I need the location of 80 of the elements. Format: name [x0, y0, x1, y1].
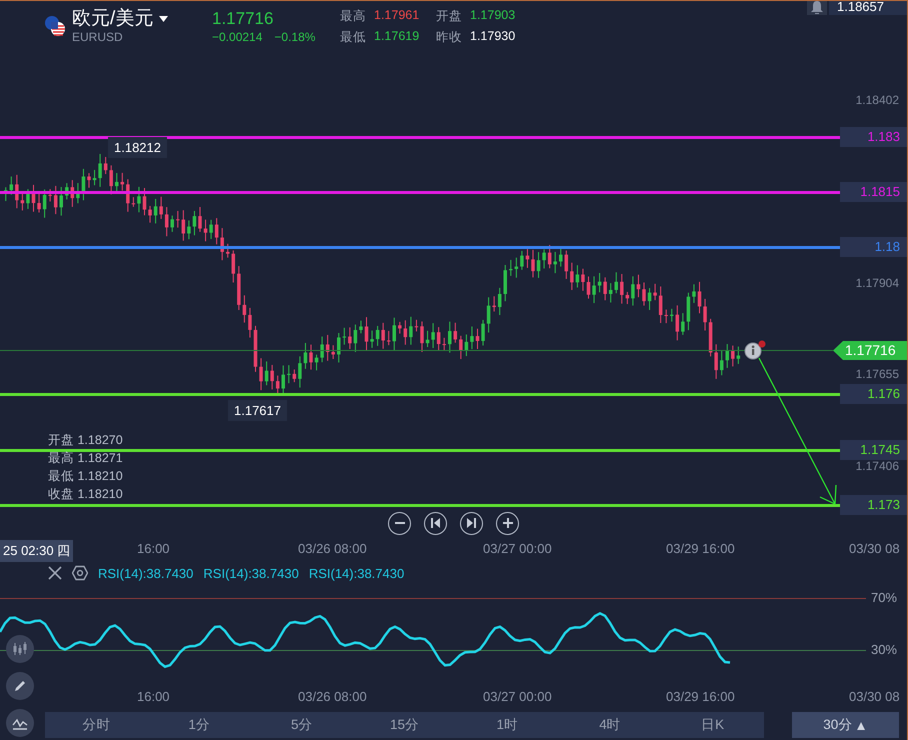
price-level-tag: 1.173: [840, 495, 907, 515]
stat-label: 最高: [340, 8, 367, 24]
skip-forward-button[interactable]: [460, 512, 483, 534]
time-axis-label: 16:00: [137, 689, 170, 704]
stat-value: 1.17619: [374, 28, 420, 44]
draw-tool-button[interactable]: [6, 672, 34, 700]
candlestick-icon: [12, 641, 28, 657]
candlestick-tool-button[interactable]: [6, 635, 34, 663]
stat-value: 1.17903: [470, 8, 516, 24]
time-axis-label: 03/27 00:00: [483, 689, 552, 704]
rsi-value: RSI(14):38.7430: [308, 566, 404, 580]
top-price-label: 1.18657: [829, 1, 907, 15]
pencil-icon: [13, 679, 27, 693]
dropdown-caret-icon[interactable]: [159, 16, 168, 22]
high-price-label: 1.18212: [108, 137, 167, 158]
price-level-tag: 1.1815: [840, 182, 907, 202]
skip-back-icon: [431, 518, 440, 528]
price-level-tag: 1.183: [840, 127, 907, 147]
rsi-level-label: 30%: [870, 642, 897, 657]
period-tab[interactable]: 分时: [45, 712, 148, 738]
flag-icon: [44, 14, 66, 36]
time-axis-label: 03/26 08:00: [298, 689, 367, 704]
percent-change: −0.18%: [274, 30, 316, 44]
ohlc-text: 开盘 1.18270: [48, 432, 123, 449]
time-axis-label: 16:00: [137, 541, 170, 556]
stat-label: 昨收: [436, 28, 463, 46]
ohlc-text: 最低 1.18210: [48, 468, 123, 485]
alert-button[interactable]: [807, 1, 827, 15]
price-axis-label: 1.17655: [856, 367, 899, 381]
rsi-value: RSI(14):38.7430: [203, 566, 299, 580]
period-tab[interactable]: 5分: [250, 712, 354, 738]
minus-icon: [394, 522, 404, 524]
stat-value: 1.17930: [470, 28, 516, 44]
rsi-level-label: 70%: [870, 590, 897, 605]
skip-back-button[interactable]: [424, 512, 447, 534]
price-level-line[interactable]: [0, 136, 840, 139]
time-axis-label: 03/30 08: [849, 689, 900, 704]
skip-forward-icon: [467, 518, 476, 528]
line-chart-icon: [12, 716, 28, 730]
rsi-value: RSI(14):38.7430: [98, 566, 194, 580]
zoom-out-button[interactable]: [388, 512, 411, 534]
time-axis-label: 03/29 16:00: [666, 689, 735, 704]
price-axis-label: 1.17406: [856, 459, 899, 473]
stat-value: 1.17961: [374, 8, 420, 24]
price-change: −0.00214: [212, 30, 262, 44]
time-axis-label: 03/26 08:00: [298, 541, 367, 556]
price-level-tag: 1.1745: [840, 440, 907, 460]
price-level-tag: 1.176: [840, 384, 907, 404]
info-icon[interactable]: [744, 340, 766, 360]
close-icon: [48, 566, 62, 580]
plus-icon: [502, 518, 512, 528]
period-tab[interactable]: 日K: [661, 712, 764, 738]
current-price: 1.17716: [212, 8, 274, 30]
pair-symbol: EURUSD: [72, 30, 124, 44]
period-tab[interactable]: 1分: [148, 712, 250, 738]
close-button[interactable]: [48, 566, 62, 580]
cursor-time-label: 25 02:30 四: [0, 540, 74, 562]
stat-label: 开盘: [436, 8, 463, 24]
bell-icon: [811, 1, 823, 14]
period-tab[interactable]: 1时: [456, 712, 559, 738]
pair-name: 欧元/美元: [72, 8, 154, 30]
ohlc-text: 收盘 1.18210: [48, 486, 123, 503]
price-axis-label: 1.18402: [856, 93, 899, 107]
period-tab[interactable]: 15分: [353, 712, 456, 738]
settings-icon: [72, 565, 88, 581]
current-price-tag: 1.17716: [833, 341, 907, 360]
settings-button[interactable]: [72, 565, 88, 581]
price-axis-label: 1.17904: [856, 276, 899, 290]
trend-arrow[interactable]: [758, 358, 837, 505]
ohlc-text: 最高 1.18271: [48, 450, 123, 467]
period-tab[interactable]: 4时: [558, 712, 662, 738]
time-axis-label: 03/27 00:00: [483, 541, 552, 556]
stat-label: 最低: [340, 28, 367, 46]
zoom-in-button[interactable]: [496, 512, 519, 534]
period-tab[interactable]: 30分▲: [792, 712, 899, 738]
indicator-tool-button[interactable]: [6, 709, 34, 737]
low-price-label: 1.17617: [228, 400, 287, 421]
time-axis-label: 03/30 08: [849, 541, 900, 556]
time-axis-label: 03/29 16:00: [666, 541, 735, 556]
price-level-tag: 1.18: [840, 237, 907, 257]
